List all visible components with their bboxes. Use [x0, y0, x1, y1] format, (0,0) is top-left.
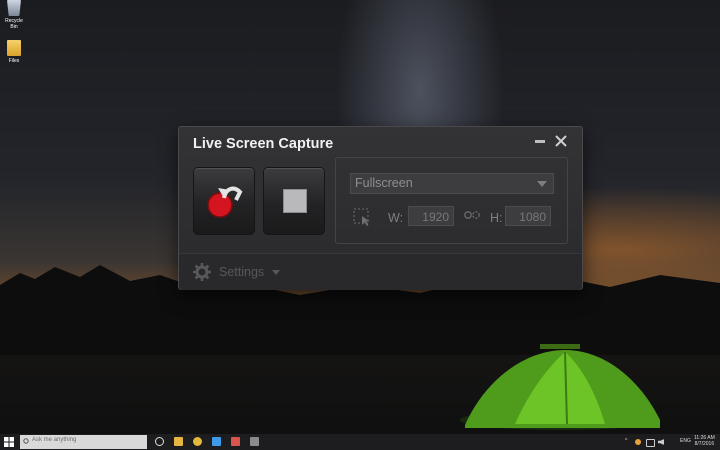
folder-icon	[7, 40, 21, 56]
app-icon[interactable]	[250, 437, 259, 446]
width-input[interactable]: 1920	[408, 206, 454, 226]
window-title: Live Screen Capture	[193, 136, 334, 152]
stop-button[interactable]	[263, 167, 325, 235]
chevron-down-icon	[537, 181, 547, 187]
close-icon	[555, 135, 567, 147]
close-button[interactable]	[553, 133, 569, 149]
desktop-icon-recycle-bin[interactable]: Recycle Bin	[1, 0, 27, 30]
height-input[interactable]: 1080	[505, 206, 551, 226]
aspect-ratio-link-icon[interactable]	[463, 208, 481, 222]
tray-arrow-icon[interactable]: ^	[625, 438, 627, 444]
stop-icon	[283, 189, 307, 213]
file-explorer-icon[interactable]	[174, 437, 183, 446]
tent-image	[460, 344, 660, 430]
record-icon	[207, 186, 243, 218]
search-placeholder: Ask me anything	[32, 437, 77, 443]
live-screen-capture-window: Live Screen Capture Fullscreen W: 1920 H…	[178, 126, 583, 290]
battery-icon[interactable]	[646, 439, 655, 447]
start-icon[interactable]	[4, 437, 14, 447]
desktop-icon-files[interactable]: Files	[1, 40, 27, 64]
search-icon	[23, 438, 29, 444]
height-label: H:	[490, 211, 503, 225]
store-icon[interactable]	[212, 437, 221, 446]
minimize-icon	[535, 140, 545, 143]
tray-app-icon[interactable]	[635, 439, 641, 445]
capture-mode-select[interactable]: Fullscreen	[350, 173, 554, 194]
recycle-bin-icon	[7, 0, 21, 16]
settings-button[interactable]: Settings	[219, 265, 264, 279]
desktop-icon-label: Files	[8, 58, 20, 64]
photos-icon[interactable]	[231, 437, 240, 446]
settings-bar: Settings	[179, 253, 582, 290]
task-view-icon[interactable]	[155, 437, 164, 446]
taskbar-clock[interactable]: 11:26 AM 8/7/2016	[694, 435, 715, 447]
minimize-button[interactable]	[532, 133, 548, 149]
chevron-down-icon	[272, 270, 280, 275]
taskbar: Ask me anything ^ ENG 11:26 AM 8/7/2016	[0, 434, 720, 450]
volume-icon[interactable]	[658, 439, 664, 445]
chrome-icon[interactable]	[193, 437, 202, 446]
desktop-icon-label: Recycle Bin	[5, 18, 23, 30]
width-label: W:	[388, 211, 404, 225]
record-button[interactable]	[193, 167, 255, 235]
language-indicator[interactable]: ENG	[680, 438, 691, 444]
capture-mode-value: Fullscreen	[355, 176, 413, 190]
gear-icon[interactable]	[193, 263, 211, 281]
clock-date: 8/7/2016	[694, 441, 715, 447]
capture-settings-panel: Fullscreen W: 1920 H: 1080	[335, 157, 568, 244]
taskbar-search-box[interactable]: Ask me anything	[20, 435, 147, 449]
region-select-icon[interactable]	[352, 207, 372, 227]
